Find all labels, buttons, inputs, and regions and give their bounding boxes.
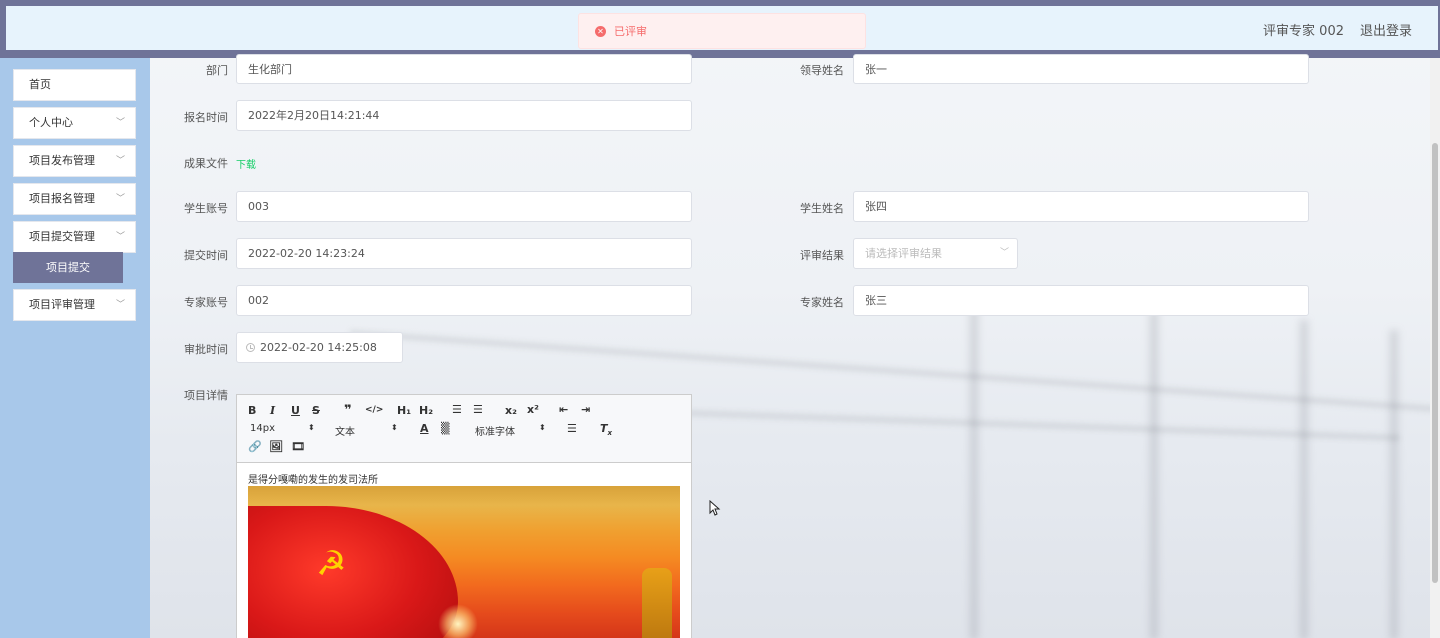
- heading1-icon[interactable]: H₁: [397, 404, 411, 417]
- chevron-down-icon: ﹀: [115, 118, 125, 128]
- blockquote-icon[interactable]: ❞: [344, 403, 352, 418]
- font-size-value: 14px: [250, 423, 275, 434]
- hammer-sickle-icon: ☭: [316, 544, 347, 584]
- download-link[interactable]: 下载: [236, 156, 256, 171]
- strikethrough-icon[interactable]: S: [312, 404, 320, 417]
- approve-time-value: 2022-02-20 14:25:08: [260, 341, 377, 354]
- heading2-icon[interactable]: H₂: [419, 404, 433, 417]
- logout-button[interactable]: 退出登录: [1360, 20, 1412, 39]
- student-name-field[interactable]: 张四: [853, 191, 1309, 222]
- sidebar-item-personal-center[interactable]: 个人中心 ﹀: [13, 107, 136, 139]
- sidebar-item-label: 项目报名管理: [29, 192, 95, 205]
- link-icon[interactable]: 🔗: [248, 440, 262, 453]
- sidebar-item-project-review[interactable]: 项目评审管理 ﹀: [13, 289, 136, 321]
- select-arrows-icon: ⬍: [308, 423, 315, 432]
- chevron-down-icon: ﹀: [115, 300, 125, 310]
- video-icon[interactable]: 🎞: [291, 440, 305, 453]
- party-flag-graphic: [248, 506, 458, 638]
- project-detail-label: 项目详情: [184, 389, 228, 402]
- huabiao-column-graphic: [642, 568, 672, 638]
- sidebar-item-label: 首页: [29, 78, 51, 91]
- indent-icon[interactable]: ⇥: [581, 403, 590, 416]
- expert-account-field[interactable]: 002: [236, 285, 692, 316]
- approve-time-label: 审批时间: [184, 343, 228, 356]
- sidebar-item-label: 项目发布管理: [29, 154, 95, 167]
- image-icon[interactable]: 🖼: [269, 440, 283, 453]
- page-scrollbar[interactable]: [1430, 58, 1440, 638]
- expert-name-label: 专家姓名: [800, 296, 844, 309]
- chevron-down-icon: ﹀: [999, 248, 1009, 258]
- error-toast: ✕ 已评审: [578, 13, 866, 49]
- sidebar-subitem-project-submit[interactable]: 项目提交: [13, 252, 123, 283]
- department-field[interactable]: 生化部门: [236, 54, 692, 84]
- italic-icon[interactable]: I: [270, 404, 275, 417]
- code-block-icon[interactable]: </>: [365, 405, 383, 415]
- bullet-list-icon[interactable]: ☰: [473, 403, 483, 416]
- student-name-label: 学生姓名: [800, 202, 844, 215]
- chevron-down-icon: ﹀: [115, 194, 125, 204]
- leader-name-label: 领导姓名: [800, 64, 844, 77]
- chevron-down-icon: ﹀: [115, 156, 125, 166]
- sidebar-item-label: 项目提交管理: [29, 230, 95, 243]
- scrollbar-thumb[interactable]: [1432, 143, 1438, 583]
- expert-account-label: 专家账号: [184, 296, 228, 309]
- clock-icon: [246, 343, 255, 352]
- toast-message: 已评审: [614, 25, 647, 38]
- superscript-icon[interactable]: x²: [527, 403, 539, 416]
- font-family-select[interactable]: 标准字体 ⬍: [475, 423, 549, 438]
- sidebar-item-project-submit[interactable]: 项目提交管理 ﹀: [13, 221, 136, 253]
- department-label: 部门: [206, 64, 228, 77]
- editor-toolbar: B I U S ❞ </> H₁ H₂ ☰ ☰ x₂ x² ⇤ ⇥ 14px ⬍…: [237, 395, 691, 463]
- select-arrows-icon: ⬍: [539, 423, 546, 432]
- clear-format-icon[interactable]: Tx: [600, 422, 612, 437]
- approve-time-picker[interactable]: 2022-02-20 14:25:08: [236, 332, 403, 363]
- align-icon[interactable]: ☰: [567, 422, 577, 435]
- outdent-icon[interactable]: ⇤: [559, 403, 568, 416]
- close-circle-icon: ✕: [595, 25, 606, 37]
- sidebar-item-project-signup[interactable]: 项目报名管理 ﹀: [13, 183, 136, 215]
- font-size-select[interactable]: 14px ⬍: [250, 423, 315, 434]
- ordered-list-icon[interactable]: ☰: [452, 403, 462, 416]
- result-file-label: 成果文件: [184, 157, 228, 170]
- signup-time-label: 报名时间: [184, 111, 228, 124]
- rich-text-editor[interactable]: B I U S ❞ </> H₁ H₂ ☰ ☰ x₂ x² ⇤ ⇥ 14px ⬍…: [236, 394, 692, 638]
- student-account-field[interactable]: 003: [236, 191, 692, 222]
- student-account-label: 学生账号: [184, 202, 228, 215]
- sidebar-item-project-publish[interactable]: 项目发布管理 ﹀: [13, 145, 136, 177]
- expert-name-field[interactable]: 张三: [853, 285, 1309, 316]
- select-arrows-icon: ⬍: [391, 423, 398, 432]
- background-color-icon[interactable]: ▒: [441, 422, 449, 435]
- submit-time-field[interactable]: 2022-02-20 14:23:24: [236, 238, 692, 269]
- sun-glow-graphic: [438, 604, 478, 638]
- user-info: 评审专家 002: [1263, 24, 1344, 39]
- font-color-icon[interactable]: A: [420, 422, 429, 435]
- editor-content-text: 是得分嘎嘞的发生的发司法所: [248, 475, 378, 486]
- text-type-select[interactable]: 文本 ⬍: [335, 423, 399, 438]
- review-result-label: 评审结果: [800, 249, 844, 262]
- sidebar-item-label: 项目评审管理: [29, 298, 95, 311]
- submit-time-label: 提交时间: [184, 249, 228, 262]
- subscript-icon[interactable]: x₂: [505, 404, 517, 417]
- text-type-value: 文本: [335, 427, 355, 438]
- underline-icon[interactable]: U: [291, 404, 300, 417]
- signup-time-field[interactable]: 2022年2月20日14:21:44: [236, 100, 692, 131]
- review-result-select[interactable]: 请选择评审结果 ﹀: [853, 238, 1018, 269]
- review-result-placeholder: 请选择评审结果: [865, 247, 942, 260]
- editor-content-image: ☭: [248, 486, 680, 638]
- sidebar-item-home[interactable]: 首页: [13, 69, 136, 101]
- font-family-value: 标准字体: [475, 427, 515, 438]
- mouse-cursor-icon: [709, 500, 721, 516]
- sidebar-item-label: 个人中心: [29, 116, 73, 129]
- bold-icon[interactable]: B: [248, 404, 256, 417]
- chevron-up-icon: ﹀: [115, 232, 125, 242]
- leader-name-field[interactable]: 张一: [853, 54, 1309, 84]
